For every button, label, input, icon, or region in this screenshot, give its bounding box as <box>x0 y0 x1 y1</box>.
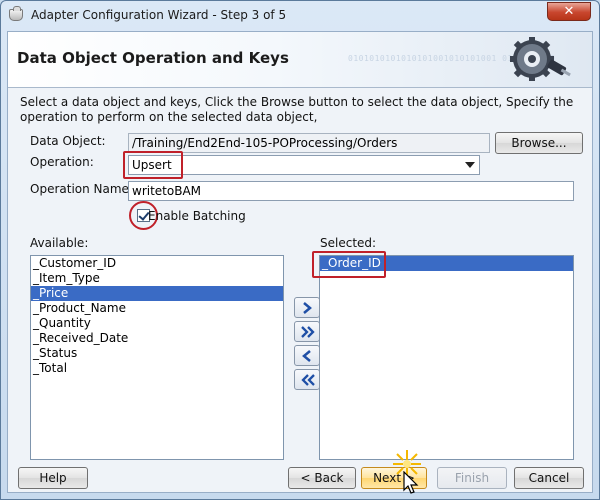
mouse-pointer-icon <box>403 471 419 494</box>
enable-batching-label: Enable Batching <box>148 209 246 223</box>
selected-label: Selected: <box>320 236 377 250</box>
finish-button: Finish <box>437 467 507 489</box>
operation-name-input[interactable]: writetoBAM <box>128 181 574 201</box>
browse-button[interactable]: Browse... <box>495 132 583 154</box>
page-title: Data Object Operation and Keys <box>17 49 289 67</box>
chevron-left-icon <box>302 350 311 362</box>
list-item[interactable]: _Status <box>31 346 283 361</box>
list-item[interactable]: _Item_Type <box>31 271 283 286</box>
wizard-window: Adapter Configuration Wizard - Step 3 of… <box>0 0 600 500</box>
double-chevron-left-icon <box>301 374 315 386</box>
move-all-right-button[interactable] <box>294 321 320 342</box>
wizard-content: Data Object Operation and Keys 010101010… <box>7 31 593 493</box>
cancel-button[interactable]: Cancel <box>514 467 584 489</box>
window-title: Adapter Configuration Wizard - Step 3 of… <box>31 8 287 22</box>
chevron-right-icon <box>303 302 312 314</box>
list-item[interactable]: _Received_Date <box>31 331 283 346</box>
move-left-button[interactable] <box>294 345 320 366</box>
instructions-text: Select a data object and keys, Click the… <box>20 95 574 124</box>
selected-list[interactable]: _Order_ID <box>319 255 574 460</box>
operation-name-label: Operation Name: <box>30 182 133 196</box>
available-list[interactable]: _Customer_ID _Item_Type _Price _Product_Nam… <box>30 255 284 460</box>
operation-label: Operation: <box>30 155 94 169</box>
list-item[interactable]: _Product_Name <box>31 301 283 316</box>
list-item[interactable]: _Quantity <box>31 316 283 331</box>
operation-highlight-box <box>123 151 183 179</box>
move-all-left-button[interactable] <box>294 369 320 390</box>
double-chevron-right-icon <box>301 326 315 338</box>
move-right-button[interactable] <box>294 297 320 318</box>
adapter-app-icon <box>9 6 23 21</box>
close-button[interactable]: ✕ <box>547 2 591 21</box>
data-object-label: Data Object: <box>30 134 106 148</box>
page-header: Data Object Operation and Keys 010101010… <box>8 32 592 88</box>
selected-item-highlight-box <box>312 251 386 278</box>
list-item[interactable]: _Price <box>31 286 283 301</box>
chevron-down-icon[interactable] <box>465 162 475 168</box>
back-button[interactable]: < Back <box>288 467 356 489</box>
available-label: Available: <box>30 236 89 250</box>
list-item[interactable]: _Customer_ID <box>31 256 283 271</box>
title-bar: Adapter Configuration Wizard - Step 3 of… <box>1 1 599 31</box>
list-item[interactable]: _Total <box>31 361 283 376</box>
data-object-field: /Training/End2End-105-POProcessing/Order… <box>128 133 490 153</box>
gear-plug-icon <box>510 37 571 81</box>
help-button[interactable]: Help <box>18 467 88 489</box>
